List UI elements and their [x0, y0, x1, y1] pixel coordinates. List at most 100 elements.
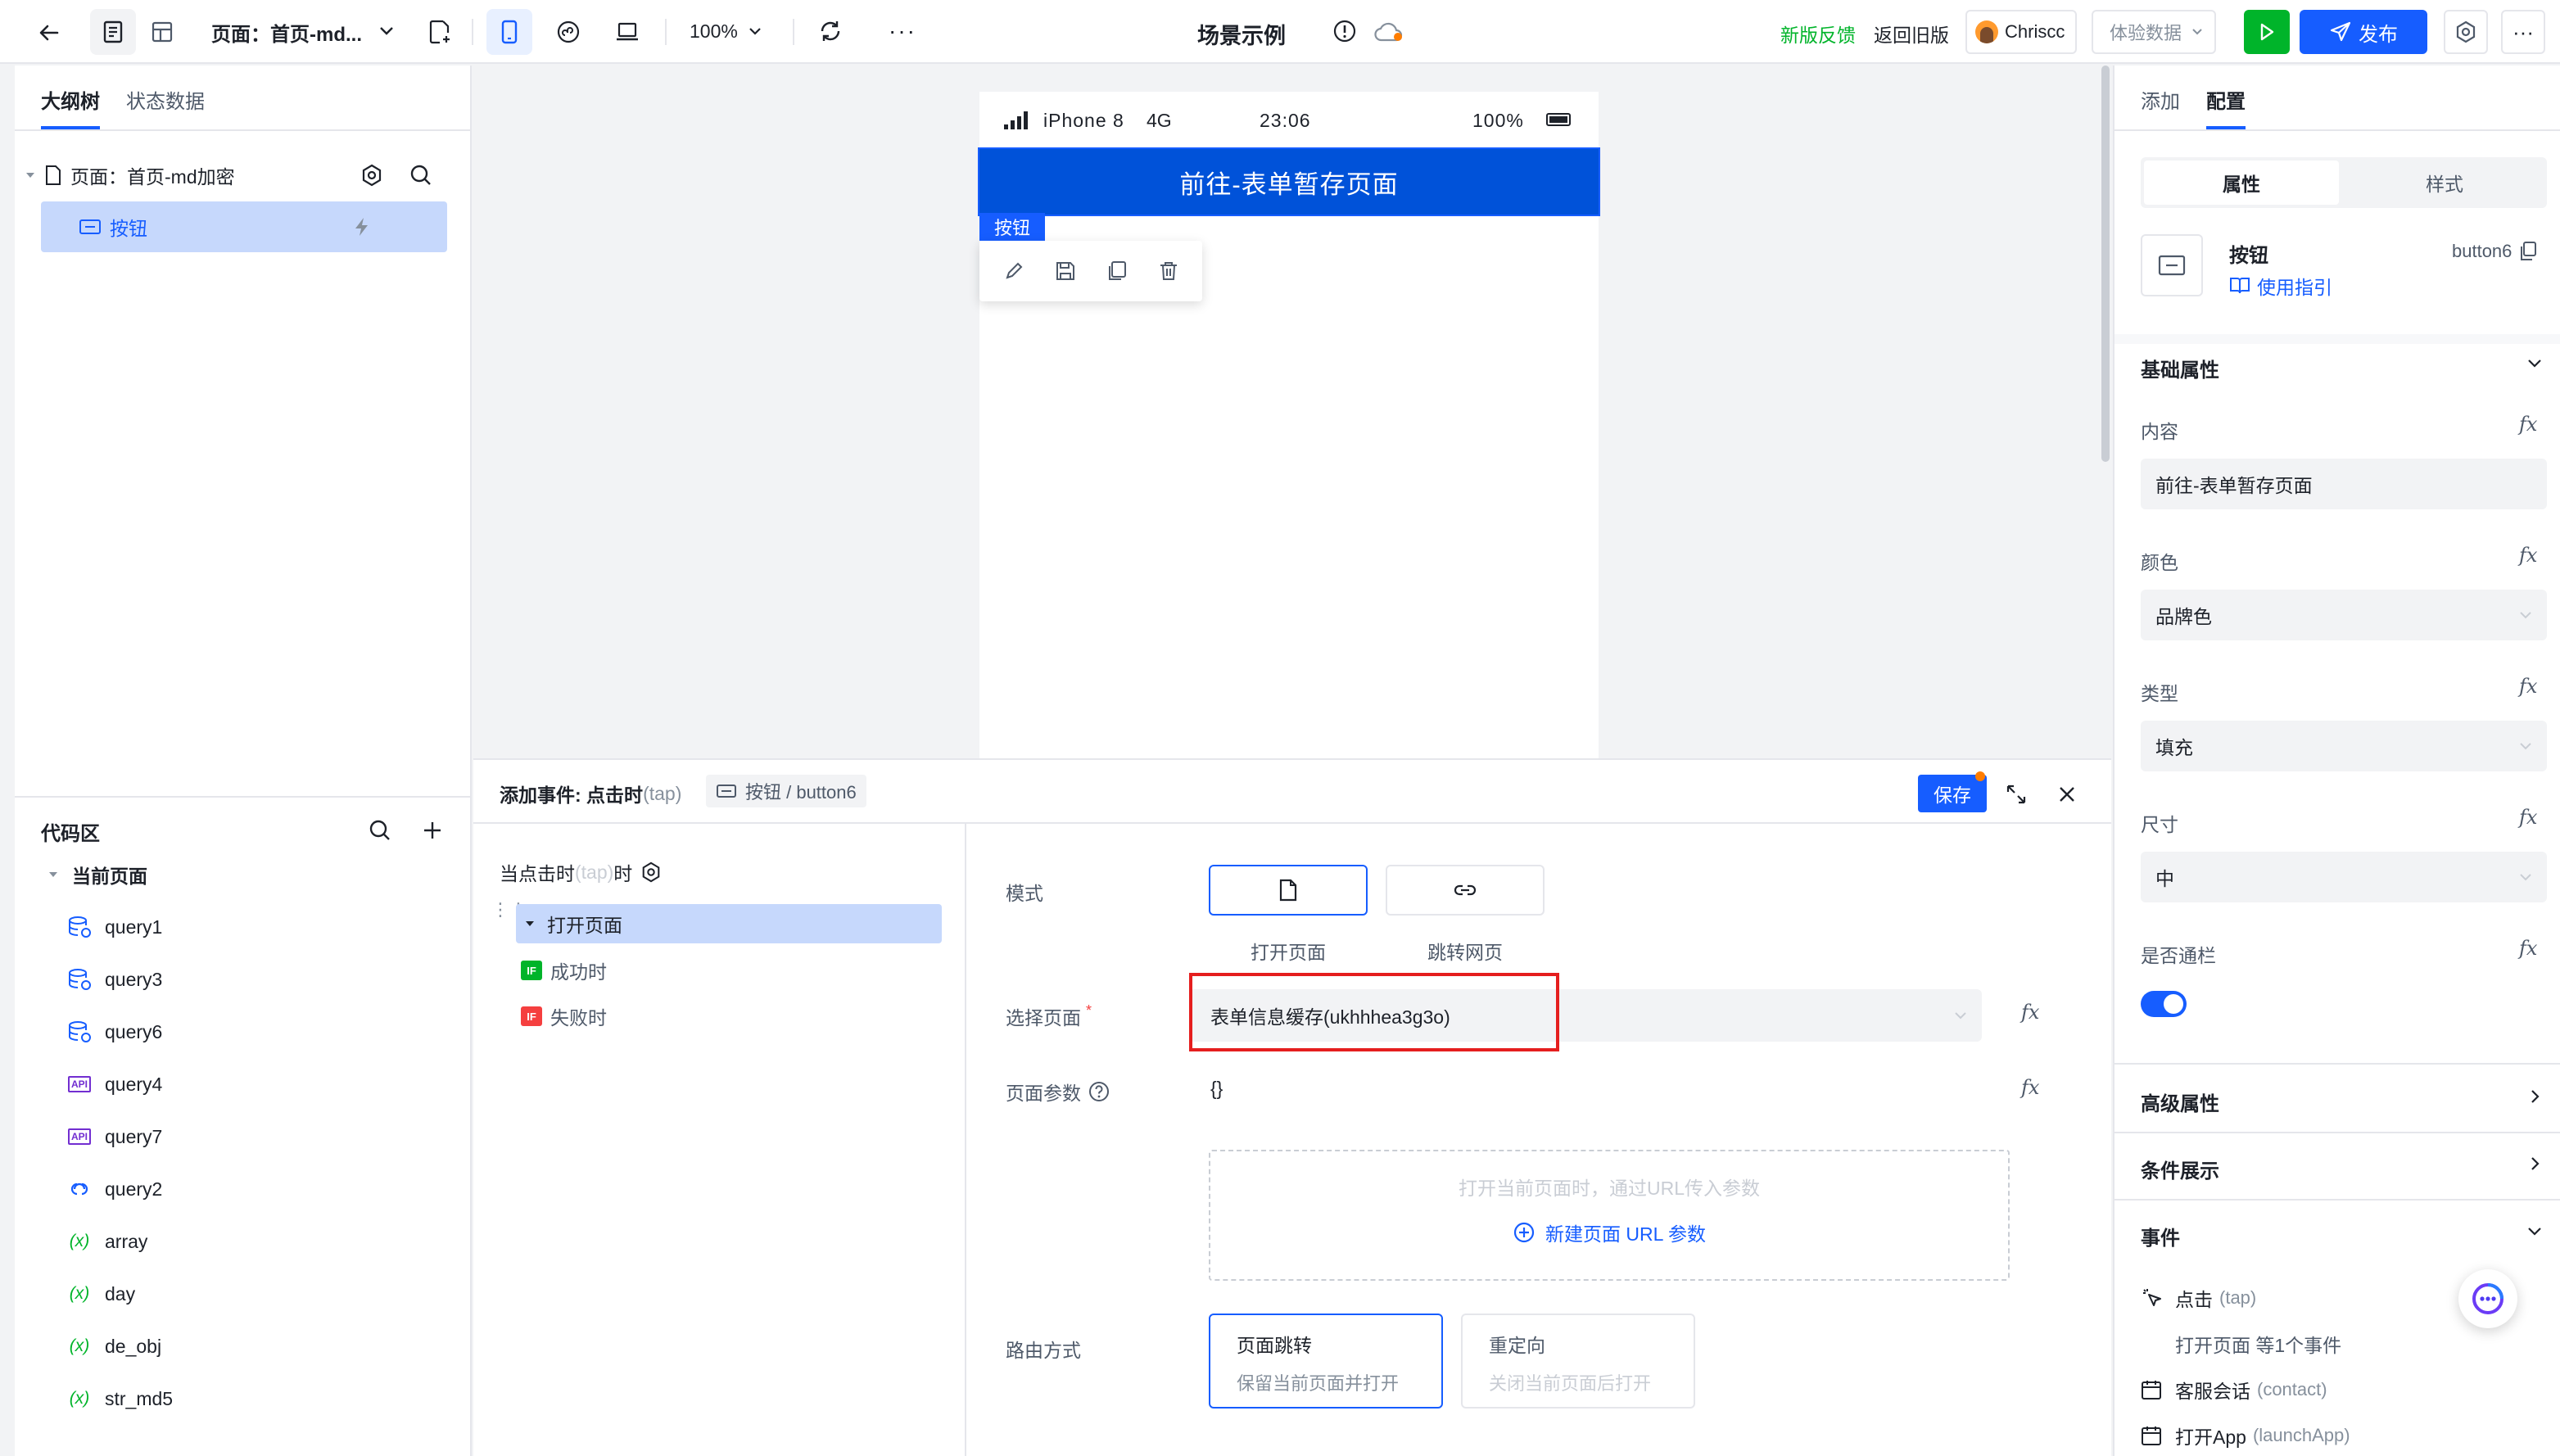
event-contact-item[interactable]: 客服会话 (contact) — [2141, 1376, 2327, 1404]
experience-data-select[interactable]: 体验数据 — [2092, 10, 2216, 54]
zoom-level[interactable]: 100% — [690, 20, 738, 43]
color-select[interactable]: 品牌色 — [2141, 590, 2547, 640]
tree-node-page[interactable]: 页面：首页-md加密 — [25, 157, 467, 193]
preview-button[interactable] — [2244, 10, 2290, 54]
fx-icon[interactable]: fx — [2519, 544, 2537, 567]
search-icon[interactable] — [364, 814, 396, 847]
event-tap-item[interactable]: 点击 (tap) — [2141, 1284, 2256, 1312]
fx-icon[interactable]: fx — [2021, 1076, 2039, 1099]
lightning-icon[interactable] — [352, 216, 372, 237]
code-item-query3[interactable]: query3 — [66, 963, 162, 996]
branch-success[interactable]: IF 成功时 — [521, 956, 607, 984]
assistant-bot-button[interactable] — [2458, 1269, 2517, 1328]
usage-guide-link[interactable]: 使用指引 — [2229, 272, 2332, 300]
more-menu-button[interactable]: ··· — [2501, 10, 2545, 54]
desktop-view-button[interactable] — [604, 9, 650, 55]
advanced-props-title[interactable]: 高级属性 — [2141, 1087, 2219, 1116]
phone-primary-button[interactable]: 前往-表单暂存页面 — [978, 147, 1600, 216]
trash-icon[interactable] — [1158, 260, 1179, 282]
code-item-array[interactable]: (x) array — [66, 1225, 148, 1258]
canvas-scrollbar[interactable] — [2101, 66, 2110, 462]
page-params-value[interactable]: {} — [1210, 1078, 1223, 1100]
route-redirect-option[interactable]: 重定向 关闭当前页面后打开 — [1461, 1314, 1695, 1409]
tab-config[interactable]: 配置 — [2206, 85, 2246, 114]
chevron-down-icon[interactable] — [2527, 359, 2542, 369]
fx-icon[interactable]: fx — [2519, 937, 2537, 960]
chevron-right-icon[interactable] — [2531, 1156, 2540, 1171]
content-input[interactable]: 前往-表单暂存页面 — [2141, 459, 2547, 509]
fx-icon[interactable]: fx — [2519, 413, 2537, 436]
component-icon-box — [2141, 234, 2203, 296]
design-canvas[interactable]: iPhone 8 4G 23:06 100% 前往-表单暂存页面 按钮 — [473, 66, 2111, 758]
copy-icon[interactable] — [1106, 260, 1128, 282]
code-item-query1[interactable]: query1 — [66, 911, 162, 943]
user-menu[interactable]: Chriscc — [1965, 10, 2077, 54]
branch-fail[interactable]: IF 失败时 — [521, 1002, 607, 1030]
event-tap-label: 点击 — [2175, 1289, 2213, 1310]
copy-icon[interactable] — [2518, 241, 2538, 262]
info-circle-icon[interactable] — [1332, 18, 1358, 44]
page-list-button[interactable] — [90, 9, 136, 55]
publish-button[interactable]: 发布 — [2300, 10, 2427, 54]
tab-outline-tree[interactable]: 大纲树 — [41, 85, 100, 114]
expand-icon[interactable] — [2000, 778, 2033, 811]
condition-title[interactable]: 条件展示 — [2141, 1155, 2219, 1183]
add-url-param-button[interactable]: 新建页面 URL 参数 — [1210, 1219, 2008, 1246]
tree-node-button[interactable]: 按钮 — [41, 201, 447, 252]
save-icon[interactable] — [1055, 260, 1076, 282]
chevron-down-icon[interactable] — [377, 21, 396, 41]
mobile-view-button[interactable] — [486, 9, 532, 55]
page-title[interactable]: 页面：首页-md... — [211, 18, 362, 47]
code-item-query4[interactable]: API query4 — [66, 1068, 162, 1101]
button-component-icon — [717, 785, 736, 798]
block-toggle[interactable] — [2141, 991, 2187, 1017]
search-icon[interactable] — [405, 159, 437, 192]
more-icon[interactable]: ··· — [888, 16, 917, 46]
edit-icon[interactable] — [1003, 260, 1024, 282]
feedback-link[interactable]: 新版反馈 — [1780, 20, 1856, 47]
layout-button[interactable] — [139, 9, 185, 55]
help-circle-icon[interactable] — [1088, 1080, 1110, 1103]
code-item-day[interactable]: (x) day — [66, 1277, 135, 1310]
plus-icon[interactable] — [416, 814, 449, 847]
fx-icon[interactable]: fx — [2519, 806, 2537, 829]
code-item-str_md5[interactable]: (x) str_md5 — [66, 1382, 173, 1415]
current-page-group[interactable]: 当前页面 — [47, 858, 147, 891]
old-version-link[interactable]: 返回旧版 — [1874, 20, 1949, 47]
fx-icon[interactable]: fx — [2021, 1001, 2039, 1024]
code-item-label: str_md5 — [105, 1387, 174, 1409]
more-icon: ··· — [2513, 19, 2534, 44]
chevron-down-icon[interactable] — [2527, 1227, 2542, 1237]
chevron-down-icon[interactable] — [747, 23, 763, 39]
code-item-query6[interactable]: query6 — [66, 1015, 162, 1048]
cloud-sync-icon[interactable] — [1373, 20, 1405, 44]
event-tap-desc[interactable]: 打开页面 等1个事件 — [2175, 1330, 2341, 1358]
tab-state-data[interactable]: 状态数据 — [126, 85, 205, 114]
code-item-de_obj[interactable]: (x) de_obj — [66, 1330, 161, 1363]
add-page-icon[interactable] — [424, 16, 455, 47]
refresh-icon[interactable] — [816, 16, 845, 46]
gear-icon[interactable] — [640, 861, 662, 883]
fx-icon[interactable]: fx — [2519, 675, 2537, 698]
events-title[interactable]: 事件 — [2141, 1222, 2180, 1250]
code-item-query2[interactable]: query2 — [66, 1173, 162, 1205]
page-settings-icon[interactable] — [355, 159, 388, 192]
chevron-right-icon[interactable] — [2531, 1089, 2540, 1104]
settings-button[interactable] — [2444, 10, 2488, 54]
route-navigate-option[interactable]: 页面跳转 保留当前页面并打开 — [1209, 1314, 1443, 1409]
action-open-page[interactable]: 打开页面 — [516, 904, 942, 943]
size-select[interactable]: 中 — [2141, 852, 2547, 902]
tab-add[interactable]: 添加 — [2141, 85, 2180, 114]
close-icon[interactable] — [2051, 778, 2083, 811]
seg-properties[interactable]: 属性 — [2144, 161, 2339, 205]
mode-open-page-option[interactable] — [1209, 865, 1368, 916]
event-save-button[interactable]: 保存 — [1918, 775, 1987, 812]
type-select[interactable]: 填充 — [2141, 721, 2547, 771]
basic-props-title[interactable]: 基础属性 — [2141, 354, 2219, 382]
mode-jump-web-option[interactable] — [1386, 865, 1545, 916]
code-item-query7[interactable]: API query7 — [66, 1120, 162, 1153]
back-arrow-icon[interactable] — [33, 16, 66, 49]
miniprogram-view-button[interactable] — [545, 9, 591, 55]
seg-style[interactable]: 样式 — [2345, 161, 2544, 205]
event-launchapp-item[interactable]: 打开App (launchApp) — [2141, 1422, 2350, 1449]
